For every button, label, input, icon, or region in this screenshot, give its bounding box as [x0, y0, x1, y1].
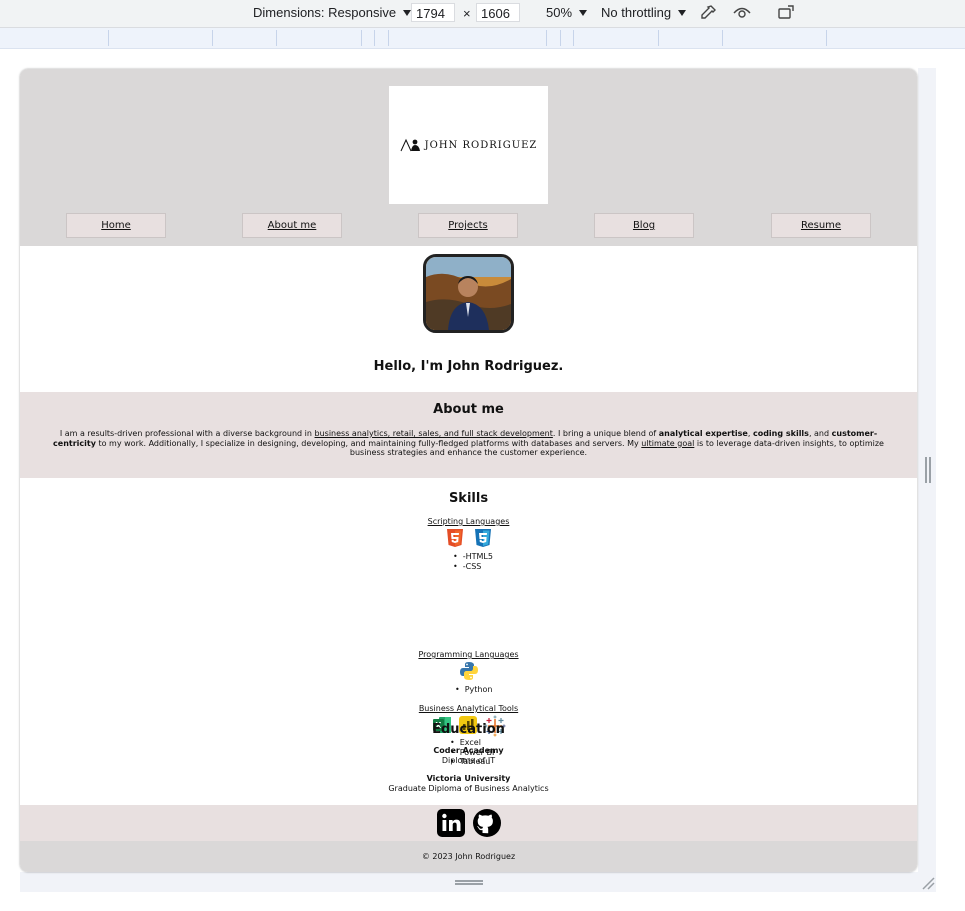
profile-photo [423, 254, 514, 333]
education-title: Education [432, 722, 505, 737]
education-entry: Victoria University Graduate Diploma of … [20, 774, 917, 793]
greeting-heading: Hello, I'm John Rodriguez. [373, 359, 564, 374]
nav-resume[interactable]: Resume [771, 213, 871, 238]
site-footer: © 2023 John Rodriguez [20, 841, 917, 872]
linkedin-icon[interactable] [436, 808, 466, 838]
experience-link[interactable]: business analytics, retail, sales, and f… [315, 429, 553, 438]
eyedropper-icon[interactable] [698, 3, 718, 23]
nav-projects[interactable]: Projects [418, 213, 518, 238]
logo[interactable]: JOHN RODRIGUEZ [389, 86, 548, 204]
about-section: About me I am a results-driven professio… [20, 392, 917, 478]
media-query-ruler [0, 28, 965, 49]
github-icon[interactable] [472, 808, 502, 838]
hero-section: Hello, I'm John Rodriguez. [20, 246, 917, 392]
education-section: Education Coder Academy Diploma of IT Vi… [20, 478, 917, 805]
nav-blog[interactable]: Blog [594, 213, 694, 238]
nav-about-me[interactable]: About me [242, 213, 342, 238]
times-sign: × [463, 6, 471, 21]
zoom-label: 50% [546, 5, 573, 20]
chevron-down-icon [403, 9, 412, 16]
throttle-label: No throttling [601, 5, 672, 20]
devtools-toolbar: Dimensions: Responsive 1794 × 1606 50% N… [0, 0, 965, 28]
eye-icon[interactable] [732, 3, 752, 23]
throttle-dropdown[interactable]: No throttling [601, 5, 687, 20]
degree-name: Graduate Diploma of Business Analytics [388, 783, 549, 793]
height-input[interactable]: 1606 [476, 3, 520, 22]
school-name: Coder Academy [433, 746, 504, 755]
logo-text: JOHN RODRIGUEZ [424, 139, 538, 151]
height-resize-handle[interactable] [455, 880, 483, 885]
about-title: About me [433, 402, 504, 417]
copyright-text: © 2023 John Rodriguez [421, 852, 516, 861]
rotate-device-icon[interactable] [776, 3, 796, 23]
degree-name: Diploma of IT [441, 755, 496, 765]
width-input[interactable]: 1794 [411, 3, 455, 22]
site-header: JOHN RODRIGUEZ Home About me Projects Bl… [20, 69, 917, 246]
dimensions-dropdown[interactable]: Dimensions: Responsive [253, 5, 412, 20]
chevron-down-icon [678, 9, 687, 16]
width-resize-handle[interactable] [925, 457, 931, 483]
goal-link[interactable]: ultimate goal [641, 439, 694, 448]
chevron-down-icon [579, 9, 588, 16]
corner-resize-handle[interactable] [920, 875, 936, 891]
nav-home[interactable]: Home [66, 213, 166, 238]
education-entry: Coder Academy Diploma of IT [20, 746, 917, 765]
zoom-dropdown[interactable]: 50% [546, 5, 588, 20]
page-viewport: JOHN RODRIGUEZ Home About me Projects Bl… [20, 69, 917, 872]
about-text: I am a results-driven professional with … [53, 429, 884, 457]
dimensions-label: Dimensions: Responsive [253, 5, 397, 20]
school-name: Victoria University [426, 774, 511, 783]
social-links [20, 805, 917, 841]
logo-mark-icon [400, 138, 420, 152]
